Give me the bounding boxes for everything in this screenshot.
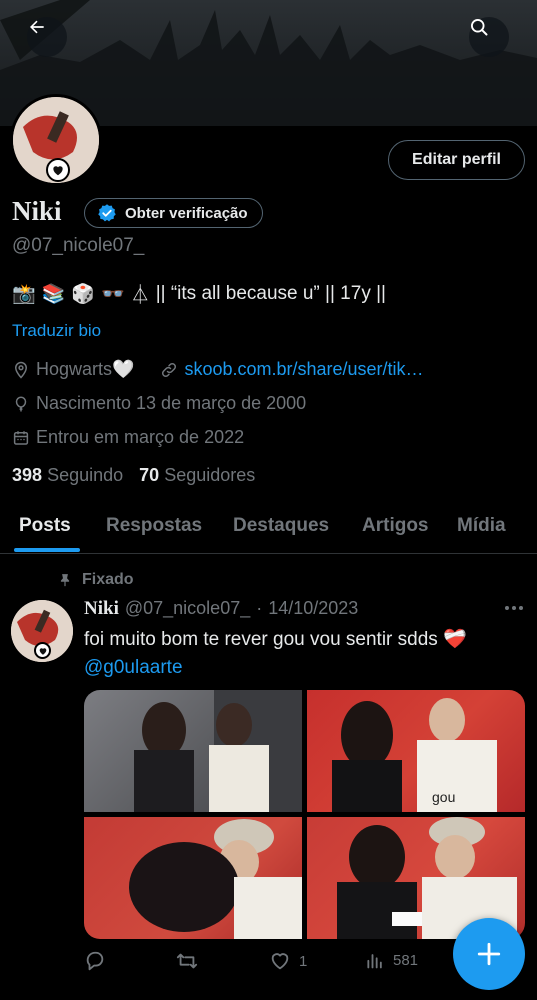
back-button[interactable]: [27, 17, 67, 57]
link-icon: [162, 362, 177, 377]
tweet-author-name[interactable]: Niki: [84, 598, 119, 620]
profile-tabs: Posts Respostas Destaques Artigos Mídia: [0, 498, 537, 554]
tab-articles[interactable]: Artigos: [362, 498, 429, 554]
tweet-separator: ·: [256, 598, 263, 618]
profile-location: Hogwarts🤍: [36, 359, 135, 379]
views-button[interactable]: 581: [365, 950, 418, 970]
verified-badge-icon: [98, 204, 116, 222]
tab-replies[interactable]: Respostas: [106, 498, 202, 554]
bio-emoji-hallows: ⏃: [130, 285, 150, 306]
photo-2-illustration: gou: [332, 698, 497, 812]
profile-meta-location-website: Hogwarts🤍 skoob.com.br/share/user/tik…: [12, 359, 424, 380]
retweet-icon: [176, 953, 198, 969]
bio-emoji-glasses: 👓: [101, 283, 125, 305]
profile-birth: Nascimento 13 de março de 2000: [36, 393, 307, 413]
photo-1-illustration: [134, 690, 302, 812]
pin-icon: [60, 574, 70, 587]
location-pin-icon: [14, 361, 28, 379]
reply-button[interactable]: [84, 950, 114, 972]
view-count: 581: [393, 951, 419, 969]
tab-media[interactable]: Mídia: [457, 498, 506, 554]
following-label: Seguindo: [47, 465, 124, 485]
profile-meta-birth: Nascimento 13 de março de 2000: [12, 393, 306, 414]
photo-3-illustration: [129, 819, 302, 939]
tweet-media-grid[interactable]: gou: [84, 690, 525, 939]
svg-text:gou: gou: [432, 789, 455, 805]
bio-text: || “its all because u” || 17y ||: [155, 282, 386, 304]
active-tab-indicator: [14, 548, 80, 552]
tweet-date[interactable]: 14/10/2023: [268, 598, 358, 620]
heart-icon: [271, 953, 289, 970]
avatar-heart-badge-small: [34, 642, 51, 659]
followers-link[interactable]: 70 Seguidores: [139, 465, 255, 486]
like-button[interactable]: 1: [269, 950, 307, 972]
get-verified-label: Obter verificação: [125, 204, 248, 222]
tab-highlights[interactable]: Destaques: [233, 498, 329, 554]
tweet-author-avatar[interactable]: [11, 600, 73, 662]
retweet-button[interactable]: [175, 950, 207, 972]
tweet-text: foi muito bom te rever gou vou sentir sd…: [84, 626, 524, 682]
heart-icon: [53, 166, 63, 176]
pinned-indicator: Fixado: [58, 571, 134, 589]
profile-handle: @07_nicole07_: [12, 235, 145, 256]
profile-bio: 📸 📚 🎲 👓 ⏃ || “its all because u” || 17y …: [12, 280, 386, 307]
tweet-photo-2[interactable]: gou: [307, 690, 525, 812]
edit-profile-button[interactable]: Editar perfil: [388, 140, 525, 180]
followers-count: 70: [139, 465, 160, 485]
search-icon: [471, 19, 488, 36]
profile-name: Niki: [12, 196, 62, 226]
search-button[interactable]: [469, 17, 509, 57]
profile-meta-joined: Entrou em março de 2022: [12, 427, 244, 448]
get-verified-button[interactable]: Obter verificação: [84, 198, 263, 228]
pinned-label: Fixado: [82, 571, 134, 588]
following-link[interactable]: 398 Seguindo: [12, 465, 123, 486]
tab-posts[interactable]: Posts: [19, 498, 71, 554]
tweet-header: Niki @07_nicole07_ · 14/10/2023: [84, 598, 358, 620]
tweet-photo-3[interactable]: [84, 817, 302, 939]
compose-post-button[interactable]: [453, 918, 525, 990]
tweet-photo-1[interactable]: [84, 690, 302, 812]
like-count: 1: [299, 952, 308, 970]
avatar-heart-badge: [46, 158, 70, 182]
translate-bio-link[interactable]: Traduzir bio: [12, 321, 101, 341]
heart-icon: [39, 647, 46, 655]
plus-icon: [477, 942, 501, 966]
bio-emoji-dice: 🎲: [71, 283, 96, 305]
bio-emoji-camera: 📸: [12, 283, 36, 305]
tweet-mention-link[interactable]: @g0ulaarte: [84, 657, 183, 678]
following-count: 398: [12, 465, 43, 485]
reply-icon: [86, 951, 104, 971]
tweet-body: foi muito bom te rever gou vou sentir sd…: [84, 629, 467, 650]
profile-website-link[interactable]: skoob.com.br/share/user/tik…: [184, 359, 423, 380]
calendar-icon: [13, 430, 29, 445]
views-icon: [367, 954, 382, 969]
bio-emoji-books: 📚: [41, 283, 66, 305]
follow-stats: 398 Seguindo 70 Seguidores: [12, 465, 255, 486]
tweet-author-handle[interactable]: @07_nicole07_: [125, 598, 250, 620]
profile-avatar[interactable]: [10, 94, 102, 186]
followers-label: Seguidores: [164, 465, 256, 485]
profile-joined: Entrou em março de 2022: [36, 427, 245, 447]
more-horizontal-icon: [505, 606, 523, 610]
balloon-icon: [15, 396, 27, 411]
more-options-button[interactable]: [503, 599, 525, 620]
arrow-left-icon: [30, 20, 44, 34]
